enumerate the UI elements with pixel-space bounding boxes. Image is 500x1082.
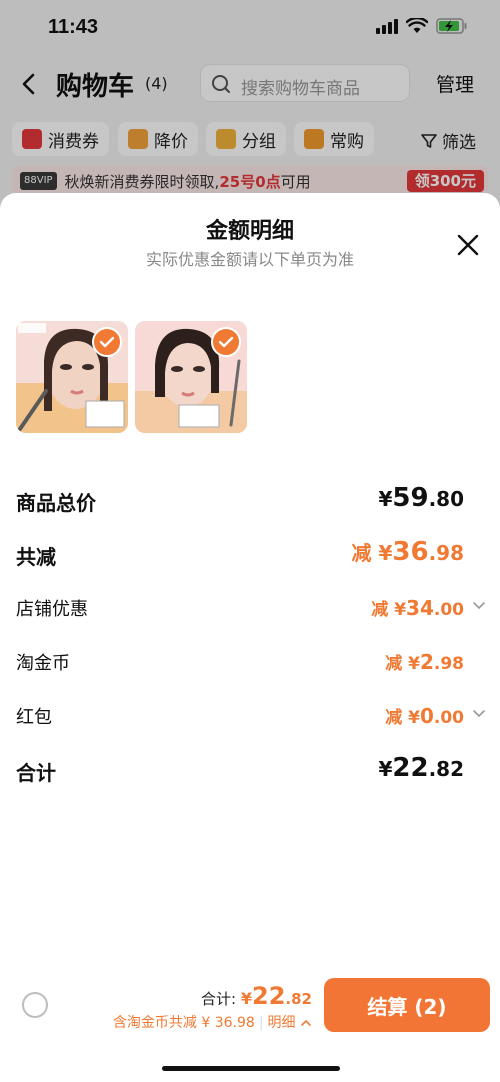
close-icon[interactable] <box>456 233 480 257</box>
product-thumbnail[interactable] <box>135 321 247 433</box>
row-grand-total: 合计 ¥22.82 <box>16 753 486 789</box>
discount-summary[interactable]: 含淘金币共减 ¥ 36.98 | 明细 <box>113 1012 312 1032</box>
row-label: 合计 <box>16 761 56 785</box>
detail-toggle[interactable]: 明细 <box>268 1015 296 1031</box>
product-thumbnail[interactable] <box>16 321 128 433</box>
row-value: 减 ¥36.98 <box>351 537 464 567</box>
row-value: 减 ¥34.00 <box>371 596 464 620</box>
check-icon <box>218 336 234 348</box>
chevron-up-icon <box>301 1019 311 1026</box>
row-store-discount[interactable]: 店铺优惠 减 ¥34.00 <box>16 591 486 627</box>
checkout-bar: 合计: ¥22.82 含淘金币共减 ¥ 36.98 | 明细 结算 (2) <box>0 970 500 1040</box>
row-value: 减 ¥2.98 <box>385 650 464 674</box>
checkout-button[interactable]: 结算 (2) <box>324 978 490 1032</box>
row-label: 店铺优惠 <box>16 599 88 620</box>
chevron-down-icon[interactable] <box>472 707 486 721</box>
total-amount: 合计: ¥22.82 <box>201 982 312 1010</box>
row-value: ¥22.82 <box>378 753 464 783</box>
row-subtotal: 商品总价 ¥59.80 <box>16 483 486 519</box>
check-icon <box>99 336 115 348</box>
row-value: ¥59.80 <box>378 483 464 513</box>
row-taojinbi: 淘金币 减 ¥2.98 <box>16 645 486 681</box>
row-total-discount: 共减 减 ¥36.98 <box>16 537 486 573</box>
checkbox-checked[interactable] <box>211 327 241 357</box>
home-indicator <box>162 1066 340 1071</box>
chevron-down-icon[interactable] <box>472 599 486 613</box>
row-label: 红包 <box>16 707 52 728</box>
sheet-title: 金额明细 <box>205 219 294 244</box>
checkbox-checked[interactable] <box>92 327 122 357</box>
amount-detail-sheet: 金额明细 实际优惠金额请以下单页为准 商品总价 ¥59.80 共减 减 ¥36.… <box>0 193 500 1082</box>
row-value: 减 ¥0.00 <box>385 704 464 728</box>
row-label: 淘金币 <box>16 653 70 674</box>
sheet-subtitle: 实际优惠金额请以下单页为准 <box>145 250 354 269</box>
row-label: 共减 <box>16 545 56 569</box>
row-label: 商品总价 <box>16 491 96 515</box>
select-all-checkbox[interactable] <box>22 992 48 1018</box>
row-red-packet[interactable]: 红包 减 ¥0.00 <box>16 699 486 735</box>
